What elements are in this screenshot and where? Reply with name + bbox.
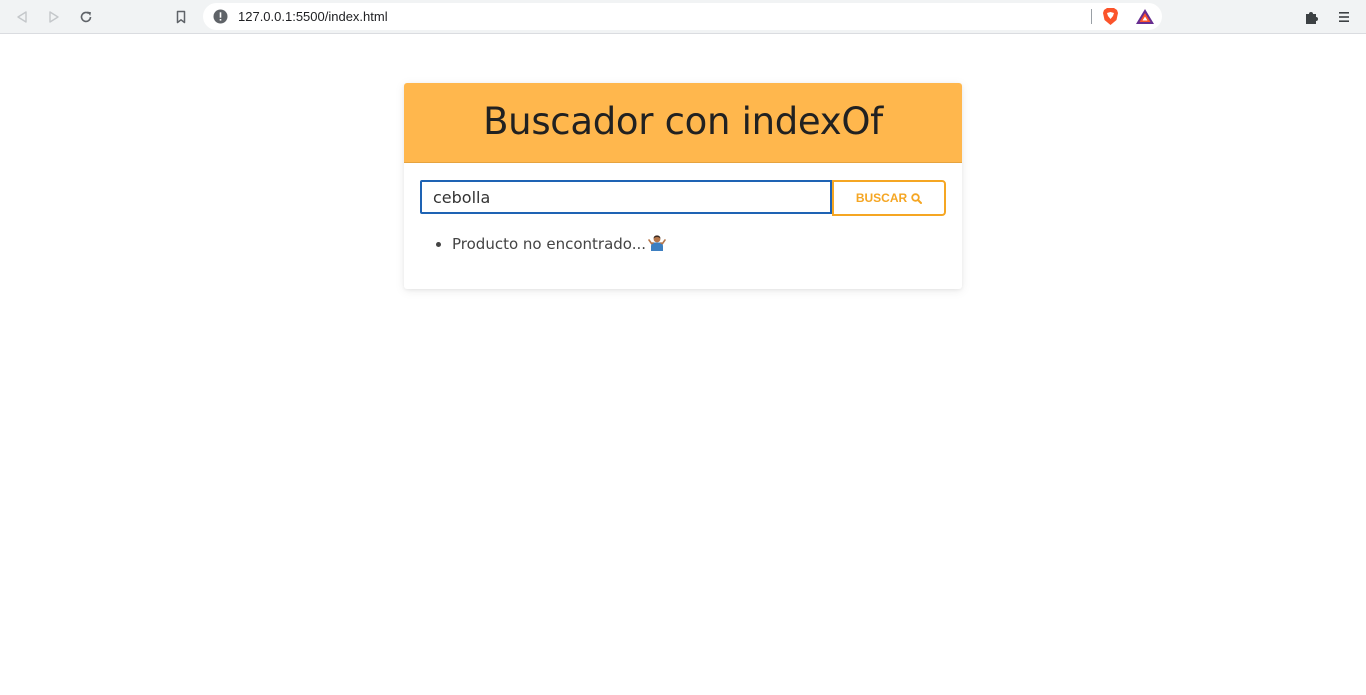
- info-icon[interactable]: [213, 9, 228, 24]
- results-list: Producto no encontrado...: [432, 233, 666, 255]
- bookmark-icon: [176, 10, 186, 24]
- page-title: Buscador con indexOf: [483, 100, 883, 143]
- address-divider: [1091, 9, 1092, 24]
- result-text: Producto no encontrado...: [452, 235, 646, 253]
- card-header: Buscador con indexOf: [404, 83, 962, 163]
- brave-rewards-icon[interactable]: [1135, 8, 1155, 25]
- reload-button[interactable]: [73, 4, 99, 30]
- forward-button[interactable]: [41, 4, 67, 30]
- back-icon: [17, 11, 27, 23]
- person-shrugging-icon: [648, 235, 666, 251]
- reload-icon: [80, 11, 92, 23]
- url-text: 127.0.0.1:5500/index.html: [238, 9, 388, 24]
- search-form: BUSCAR: [420, 180, 946, 216]
- search-icon: [911, 192, 923, 204]
- search-button-label: BUSCAR: [855, 191, 908, 205]
- browser-toolbar: 127.0.0.1:5500/index.html: [0, 0, 1366, 34]
- back-button[interactable]: [9, 4, 35, 30]
- search-card: Buscador con indexOf BUSCAR Producto no …: [404, 83, 962, 289]
- forward-icon: [49, 11, 59, 23]
- search-input[interactable]: [420, 180, 832, 214]
- brave-shield-icon[interactable]: [1102, 7, 1119, 26]
- search-button[interactable]: BUSCAR: [832, 180, 946, 216]
- menu-icon: [1339, 12, 1349, 22]
- extensions-icon: [1306, 12, 1318, 24]
- extensions-button[interactable]: [1299, 4, 1325, 30]
- list-item: Producto no encontrado...: [452, 233, 666, 255]
- bookmark-button[interactable]: [168, 4, 194, 30]
- menu-button[interactable]: [1331, 4, 1357, 30]
- address-bar[interactable]: 127.0.0.1:5500/index.html: [203, 3, 1162, 30]
